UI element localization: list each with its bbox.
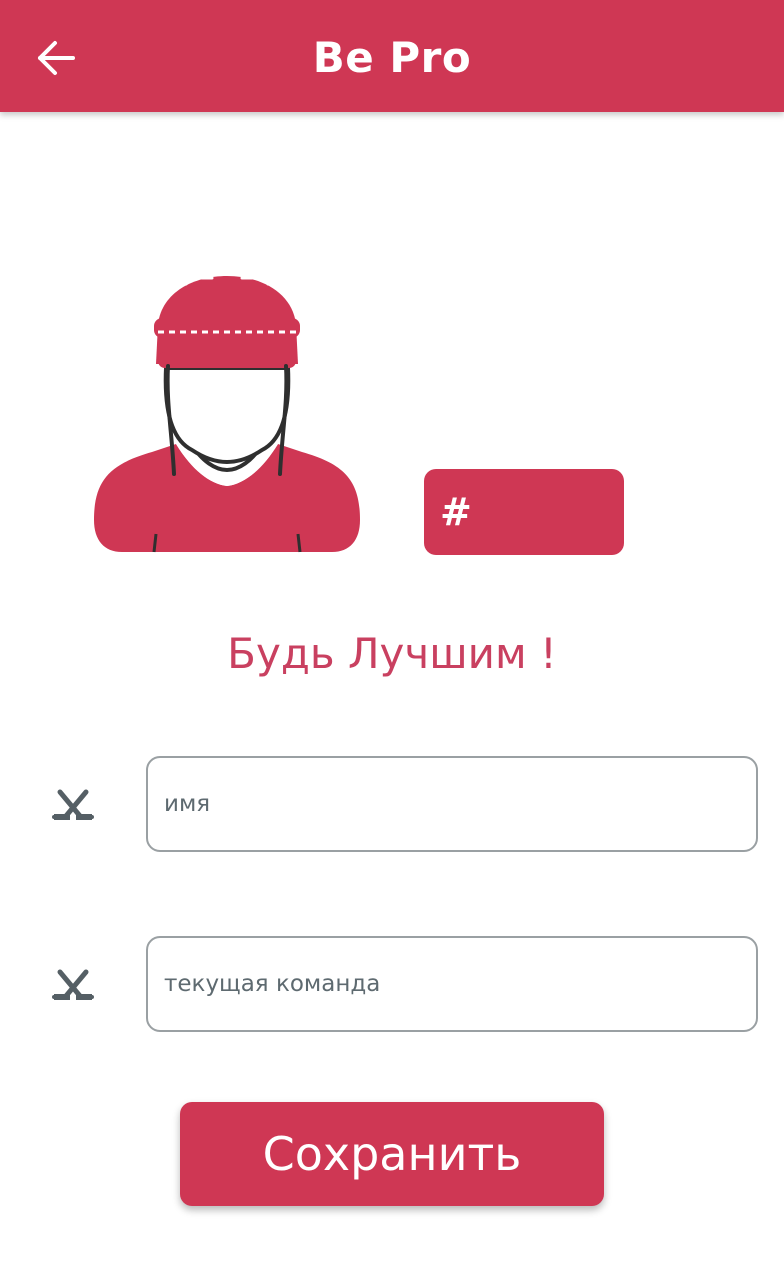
app-screen: Be Pro # Будь Лучшим ! имя текущая коман… xyxy=(0,0,784,1280)
name-input[interactable] xyxy=(146,756,758,852)
hockey-player-avatar[interactable] xyxy=(92,272,362,556)
save-button[interactable]: Сохранить xyxy=(180,1102,604,1206)
number-prefix: # xyxy=(440,490,472,534)
app-bar: Be Pro xyxy=(0,0,784,112)
hockey-sticks-icon xyxy=(52,789,94,820)
slogan-text: Будь Лучшим ! xyxy=(227,629,557,678)
hockey-sticks-icon xyxy=(52,969,94,1000)
jersey-number-field[interactable]: # xyxy=(424,469,624,555)
app-title: Be Pro xyxy=(312,33,472,82)
current-team-input[interactable] xyxy=(146,936,758,1032)
